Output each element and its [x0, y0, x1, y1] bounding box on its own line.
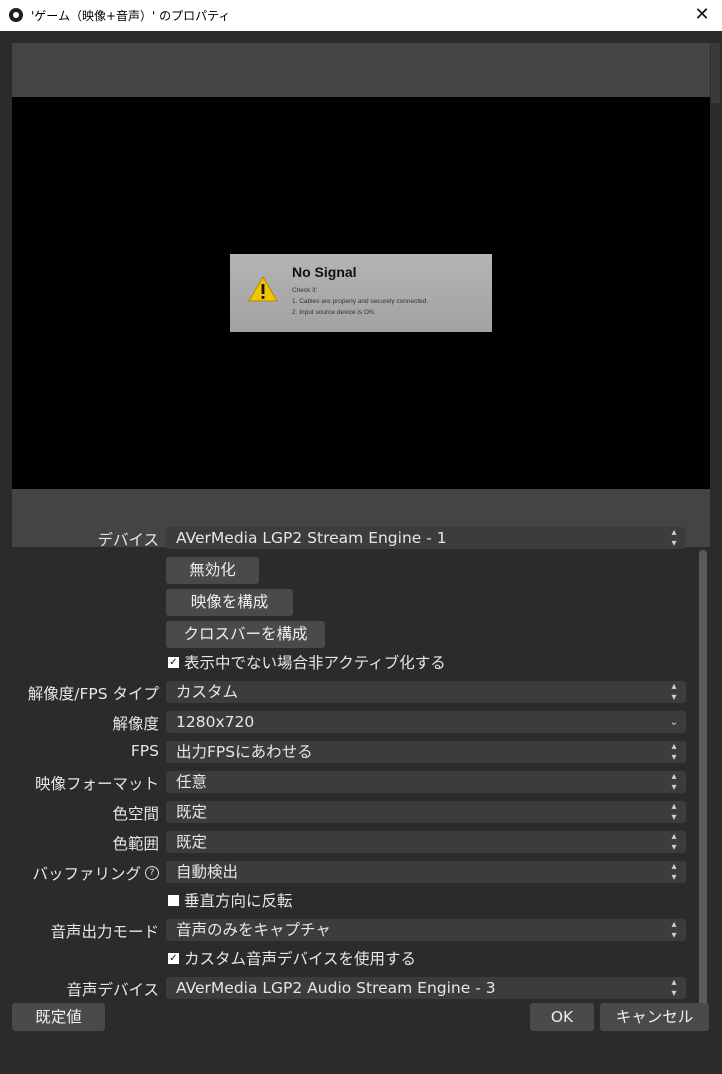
fps-select[interactable]: 出力FPSにあわせる ▴ ▾: [166, 741, 686, 763]
flip-vertical-checkbox[interactable]: 垂直方向に反転: [168, 891, 293, 911]
defaults-button[interactable]: 既定値: [12, 1003, 105, 1031]
color-range-value: 既定: [176, 833, 208, 851]
color-space-select[interactable]: 既定 ▴ ▾: [166, 801, 686, 823]
video-preview: No Signal Check if: 1. Cables are proper…: [12, 97, 710, 489]
updown-arrow-icon: ▴ ▾: [671, 831, 677, 853]
no-signal-title: No Signal: [292, 264, 357, 280]
custom-audio-device-label: カスタム音声デバイスを使用する: [184, 950, 417, 968]
no-signal-card: No Signal Check if: 1. Cables are proper…: [230, 254, 492, 332]
resolution-select[interactable]: 1280x720 ⌄: [166, 711, 686, 733]
updown-arrow-icon: ▴ ▾: [671, 771, 677, 793]
ok-button[interactable]: OK: [530, 1003, 594, 1031]
color-range-label: 色範囲: [112, 835, 159, 853]
obs-logo-icon: [9, 8, 23, 22]
updown-arrow-icon: ▴ ▾: [671, 977, 677, 999]
audio-device-value: AVerMedia LGP2 Audio Stream Engine - 3: [176, 979, 496, 997]
color-space-label: 色空間: [112, 805, 159, 823]
device-label: デバイス: [97, 531, 159, 549]
title-bar: 'ゲーム（映像+音声）' のプロパティ ✕: [0, 0, 722, 32]
resolution-label: 解像度: [112, 715, 159, 733]
updown-arrow-icon: ▴ ▾: [671, 527, 677, 549]
deactivate-when-hidden-label: 表示中でない場合非アクティブ化する: [184, 654, 446, 672]
color-range-select[interactable]: 既定 ▴ ▾: [166, 831, 686, 853]
audio-output-mode-value: 音声のみをキャプチャ: [176, 921, 331, 939]
checkbox-checked-icon: ✓: [168, 657, 179, 668]
audio-output-mode-select[interactable]: 音声のみをキャプチャ ▴ ▾: [166, 919, 686, 941]
device-select[interactable]: AVerMedia LGP2 Stream Engine - 1 ▴ ▾: [166, 527, 686, 549]
audio-output-mode-label: 音声出力モード: [50, 923, 159, 941]
window-edge-scrollbar[interactable]: [711, 43, 720, 103]
cancel-button[interactable]: キャンセル: [600, 1003, 709, 1031]
updown-arrow-icon: ▴ ▾: [671, 861, 677, 883]
res-fps-type-label: 解像度/FPS タイプ: [27, 685, 159, 703]
res-fps-type-value: カスタム: [176, 683, 239, 701]
buffering-select[interactable]: 自動検出 ▴ ▾: [166, 861, 686, 883]
disable-button[interactable]: 無効化: [166, 557, 259, 584]
updown-arrow-icon: ▴ ▾: [671, 919, 677, 941]
configure-video-button[interactable]: 映像を構成: [166, 589, 293, 616]
buffering-label: バッファリング?: [32, 862, 159, 884]
properties-window: No Signal Check if: 1. Cables are proper…: [0, 31, 722, 1074]
deactivate-when-hidden-checkbox[interactable]: ✓ 表示中でない場合非アクティブ化する: [168, 653, 446, 673]
no-signal-line-2: 2. Input source device is ON.: [292, 309, 376, 316]
updown-arrow-icon: ▴ ▾: [671, 801, 677, 823]
updown-arrow-icon: ▴ ▾: [671, 681, 677, 703]
configure-crossbar-button[interactable]: クロスバーを構成: [166, 621, 325, 648]
video-format-select[interactable]: 任意 ▴ ▾: [166, 771, 686, 793]
audio-device-select[interactable]: AVerMedia LGP2 Audio Stream Engine - 3 ▴…: [166, 977, 686, 999]
checkbox-unchecked-icon: [168, 895, 179, 906]
res-fps-type-select[interactable]: カスタム ▴ ▾: [166, 681, 686, 703]
warning-icon: [248, 276, 278, 302]
custom-audio-device-checkbox[interactable]: ✓ カスタム音声デバイスを使用する: [168, 949, 416, 969]
fps-label: FPS: [130, 742, 159, 760]
checkbox-checked-icon: ✓: [168, 953, 179, 964]
no-signal-check-label: Check if:: [292, 287, 318, 294]
color-space-value: 既定: [176, 803, 208, 821]
audio-device-label: 音声デバイス: [66, 981, 159, 999]
video-format-value: 任意: [176, 773, 208, 791]
buffering-label-text: バッファリング: [32, 865, 141, 883]
window-title: 'ゲーム（映像+音声）' のプロパティ: [31, 9, 231, 23]
chevron-down-icon: ⌄: [669, 715, 679, 728]
resolution-value: 1280x720: [176, 713, 255, 731]
no-signal-line-1: 1. Cables are properly and securely conn…: [292, 298, 429, 305]
flip-vertical-label: 垂直方向に反転: [184, 892, 293, 910]
preview-area: No Signal Check if: 1. Cables are proper…: [12, 43, 710, 547]
fps-value: 出力FPSにあわせる: [176, 743, 313, 761]
properties-scrollbar[interactable]: [699, 550, 707, 1028]
close-icon[interactable]: ✕: [688, 2, 716, 28]
updown-arrow-icon: ▴ ▾: [671, 741, 677, 763]
help-icon[interactable]: ?: [145, 865, 159, 880]
video-format-label: 映像フォーマット: [34, 775, 159, 793]
device-value: AVerMedia LGP2 Stream Engine - 1: [176, 529, 447, 547]
buffering-value: 自動検出: [176, 863, 239, 881]
